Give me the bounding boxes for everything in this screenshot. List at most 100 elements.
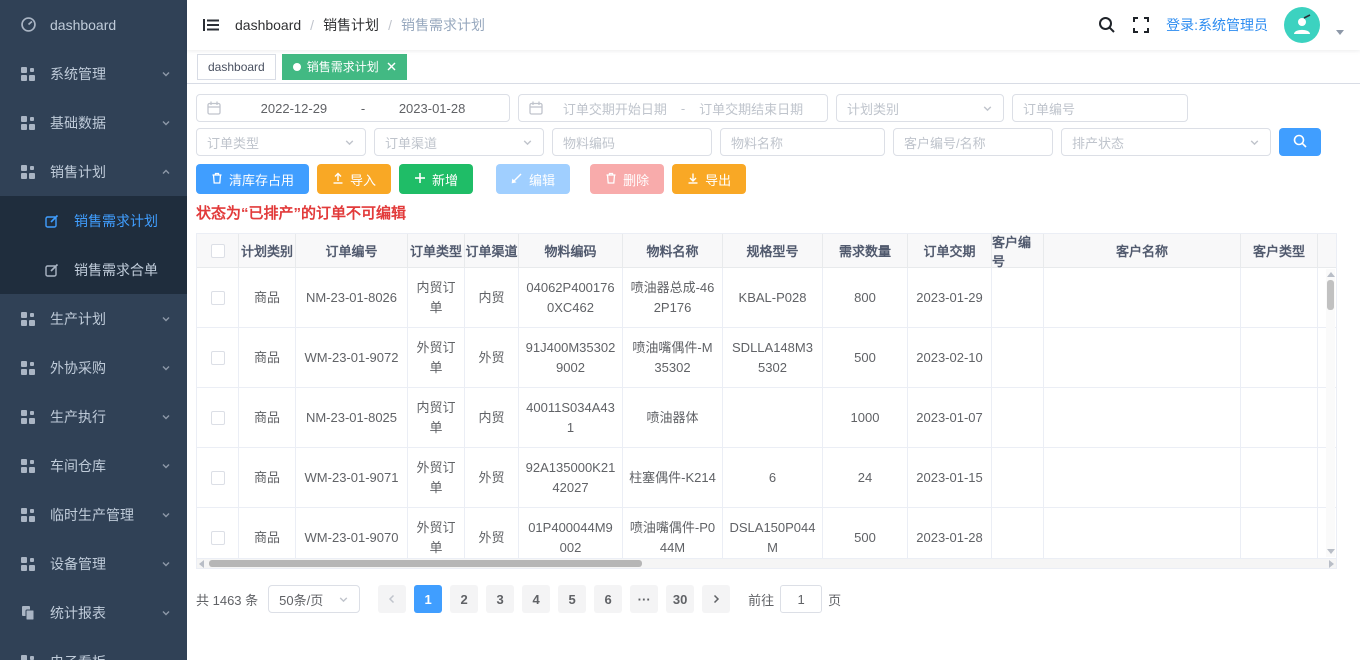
clear-stock-button[interactable]: 清库存占用	[196, 164, 309, 194]
breadcrumb-separator: /	[310, 17, 314, 33]
table-row[interactable]: 商品 WM-23-01-9071 外贸订单 外贸 92A135000K21420…	[197, 448, 1336, 508]
user-avatar[interactable]	[1284, 7, 1320, 43]
table-row[interactable]: 商品 NM-23-01-8025 内贸订单 内贸 40011S034A431 喷…	[197, 388, 1336, 448]
create-date-range-picker[interactable]: 2022-12-29 - 2023-01-28	[196, 94, 510, 122]
close-icon[interactable]	[387, 62, 396, 71]
select-all-checkbox[interactable]	[211, 244, 225, 258]
sidebar-item-system-mgmt[interactable]: 系统管理	[0, 49, 187, 98]
prev-page-button[interactable]	[378, 585, 406, 613]
sidebar-item-label: 销售需求计划	[74, 211, 158, 231]
grid-icon	[20, 66, 36, 82]
grid-icon	[20, 507, 36, 523]
next-page-button[interactable]	[702, 585, 730, 613]
sidebar-item-sales-plan[interactable]: 销售计划	[0, 147, 187, 196]
hamburger-icon[interactable]	[201, 15, 221, 35]
page-button-4[interactable]: 4	[522, 585, 550, 613]
add-button[interactable]: 新增	[399, 164, 473, 194]
sidebar-item-statistics-report[interactable]: 统计报表	[0, 588, 187, 637]
search-button[interactable]	[1279, 128, 1321, 156]
cell-order-type: 外贸订单	[408, 448, 465, 507]
horizontal-scrollbar-thumb[interactable]	[209, 560, 642, 567]
tab-sales-demand-plan[interactable]: 销售需求计划	[282, 54, 407, 80]
scroll-right-arrow[interactable]	[1329, 560, 1334, 568]
more-pages-button[interactable]: ···	[630, 585, 658, 613]
sidebar-item-workshop-warehouse[interactable]: 车间仓库	[0, 441, 187, 490]
sidebar-item-label: 系统管理	[50, 64, 106, 84]
delivery-date-range-picker[interactable]: 订单交期开始日期 - 订单交期结束日期	[518, 94, 828, 122]
sidebar-item-sales-demand-merge[interactable]: 销售需求合单	[0, 245, 187, 294]
material-code-input[interactable]: 物料编码	[552, 128, 712, 156]
vertical-scrollbar[interactable]	[1326, 269, 1335, 557]
top-navbar: dashboard / 销售计划 / 销售需求计划 登录:系统管理员	[187, 0, 1360, 50]
delete-button[interactable]: 删除	[590, 164, 664, 194]
cell-order-type: 内贸订单	[408, 388, 465, 447]
sidebar-item-temp-production-mgmt[interactable]: 临时生产管理	[0, 490, 187, 539]
cell-order-channel: 外贸	[465, 508, 519, 558]
chevron-down-icon	[161, 461, 171, 471]
vertical-scrollbar-thumb[interactable]	[1327, 280, 1334, 310]
sidebar-item-production-plan[interactable]: 生产计划	[0, 294, 187, 343]
breadcrumb-item-dashboard[interactable]: dashboard	[235, 17, 301, 33]
row-checkbox[interactable]	[211, 471, 225, 485]
cell-customer-no	[992, 388, 1044, 447]
row-checkbox[interactable]	[211, 411, 225, 425]
row-checkbox[interactable]	[211, 531, 225, 545]
sidebar-item-base-data[interactable]: 基础数据	[0, 98, 187, 147]
sidebar: dashboard 系统管理 基础数据 销售计划 销售需求计划 销售需求合单	[0, 0, 187, 660]
cell-order-no: WM-23-01-9071	[296, 448, 408, 507]
caret-down-icon[interactable]	[1336, 30, 1344, 35]
page-button-5[interactable]: 5	[558, 585, 586, 613]
row-checkbox[interactable]	[211, 291, 225, 305]
import-button[interactable]: 导入	[317, 164, 391, 194]
breadcrumb-item-sales-plan[interactable]: 销售计划	[323, 15, 379, 35]
page-size-select[interactable]: 50条/页	[268, 585, 360, 613]
table-row[interactable]: 商品 WM-23-01-9070 外贸订单 外贸 01P400044M9002 …	[197, 508, 1336, 558]
sidebar-item-sales-demand-plan[interactable]: 销售需求计划	[0, 196, 187, 245]
cell-demand-qty: 1000	[823, 388, 908, 447]
cell-plan-category: 商品	[239, 328, 296, 387]
page-button-2[interactable]: 2	[450, 585, 478, 613]
fullscreen-icon[interactable]	[1132, 16, 1150, 34]
edit-button[interactable]: 编辑	[496, 164, 570, 194]
edit-icon	[44, 213, 60, 229]
cell-customer-type	[1241, 508, 1318, 558]
table-row[interactable]: 商品 WM-23-01-9072 外贸订单 外贸 91J400M35302900…	[197, 328, 1336, 388]
goto-page-input[interactable]	[780, 585, 822, 613]
row-checkbox[interactable]	[211, 351, 225, 365]
sidebar-item-label: 销售需求合单	[74, 260, 158, 280]
sidebar-item-dashboard[interactable]: dashboard	[0, 0, 187, 49]
scroll-down-arrow[interactable]	[1327, 549, 1335, 554]
cell-material-name: 柱塞偶件-K214	[623, 448, 723, 507]
scroll-left-arrow[interactable]	[199, 560, 204, 568]
page-button-6[interactable]: 6	[594, 585, 622, 613]
column-header: 订单交期	[908, 234, 992, 267]
customer-input[interactable]: 客户编号/名称	[893, 128, 1053, 156]
page-button-30[interactable]: 30	[666, 585, 694, 613]
trash-icon	[605, 172, 617, 187]
plan-category-select[interactable]: 计划类别	[836, 94, 1004, 122]
scroll-up-arrow[interactable]	[1327, 272, 1335, 277]
select-placeholder: 订单渠道	[385, 133, 437, 152]
order-no-input[interactable]: 订单编号	[1012, 94, 1188, 122]
search-icon[interactable]	[1098, 16, 1116, 34]
sidebar-item-electronic-board[interactable]: 电子看板	[0, 637, 187, 660]
export-button[interactable]: 导出	[672, 164, 746, 194]
sidebar-item-label: 外协采购	[50, 358, 106, 378]
sidebar-item-outsourcing-purchase[interactable]: 外协采购	[0, 343, 187, 392]
tab-dashboard[interactable]: dashboard	[197, 54, 276, 80]
horizontal-scrollbar[interactable]	[197, 558, 1336, 568]
column-header: 订单渠道	[465, 234, 519, 267]
cell-customer-name	[1044, 388, 1241, 447]
table-row[interactable]: 商品 NM-23-01-8026 内贸订单 内贸 04062P4001760XC…	[197, 268, 1336, 328]
sidebar-item-production-execution[interactable]: 生产执行	[0, 392, 187, 441]
page-button-1[interactable]: 1	[414, 585, 442, 613]
sidebar-item-equipment-mgmt[interactable]: 设备管理	[0, 539, 187, 588]
order-type-select[interactable]: 订单类型	[196, 128, 366, 156]
page-button-3[interactable]: 3	[486, 585, 514, 613]
order-channel-select[interactable]: 订单渠道	[374, 128, 544, 156]
cell-demand-qty: 500	[823, 328, 908, 387]
toolbar: 清库存占用 导入 新增 编辑 删除	[196, 164, 1350, 194]
cell-plan-category: 商品	[239, 268, 296, 327]
material-name-input[interactable]: 物料名称	[720, 128, 885, 156]
schedule-status-select[interactable]: 排产状态	[1061, 128, 1271, 156]
